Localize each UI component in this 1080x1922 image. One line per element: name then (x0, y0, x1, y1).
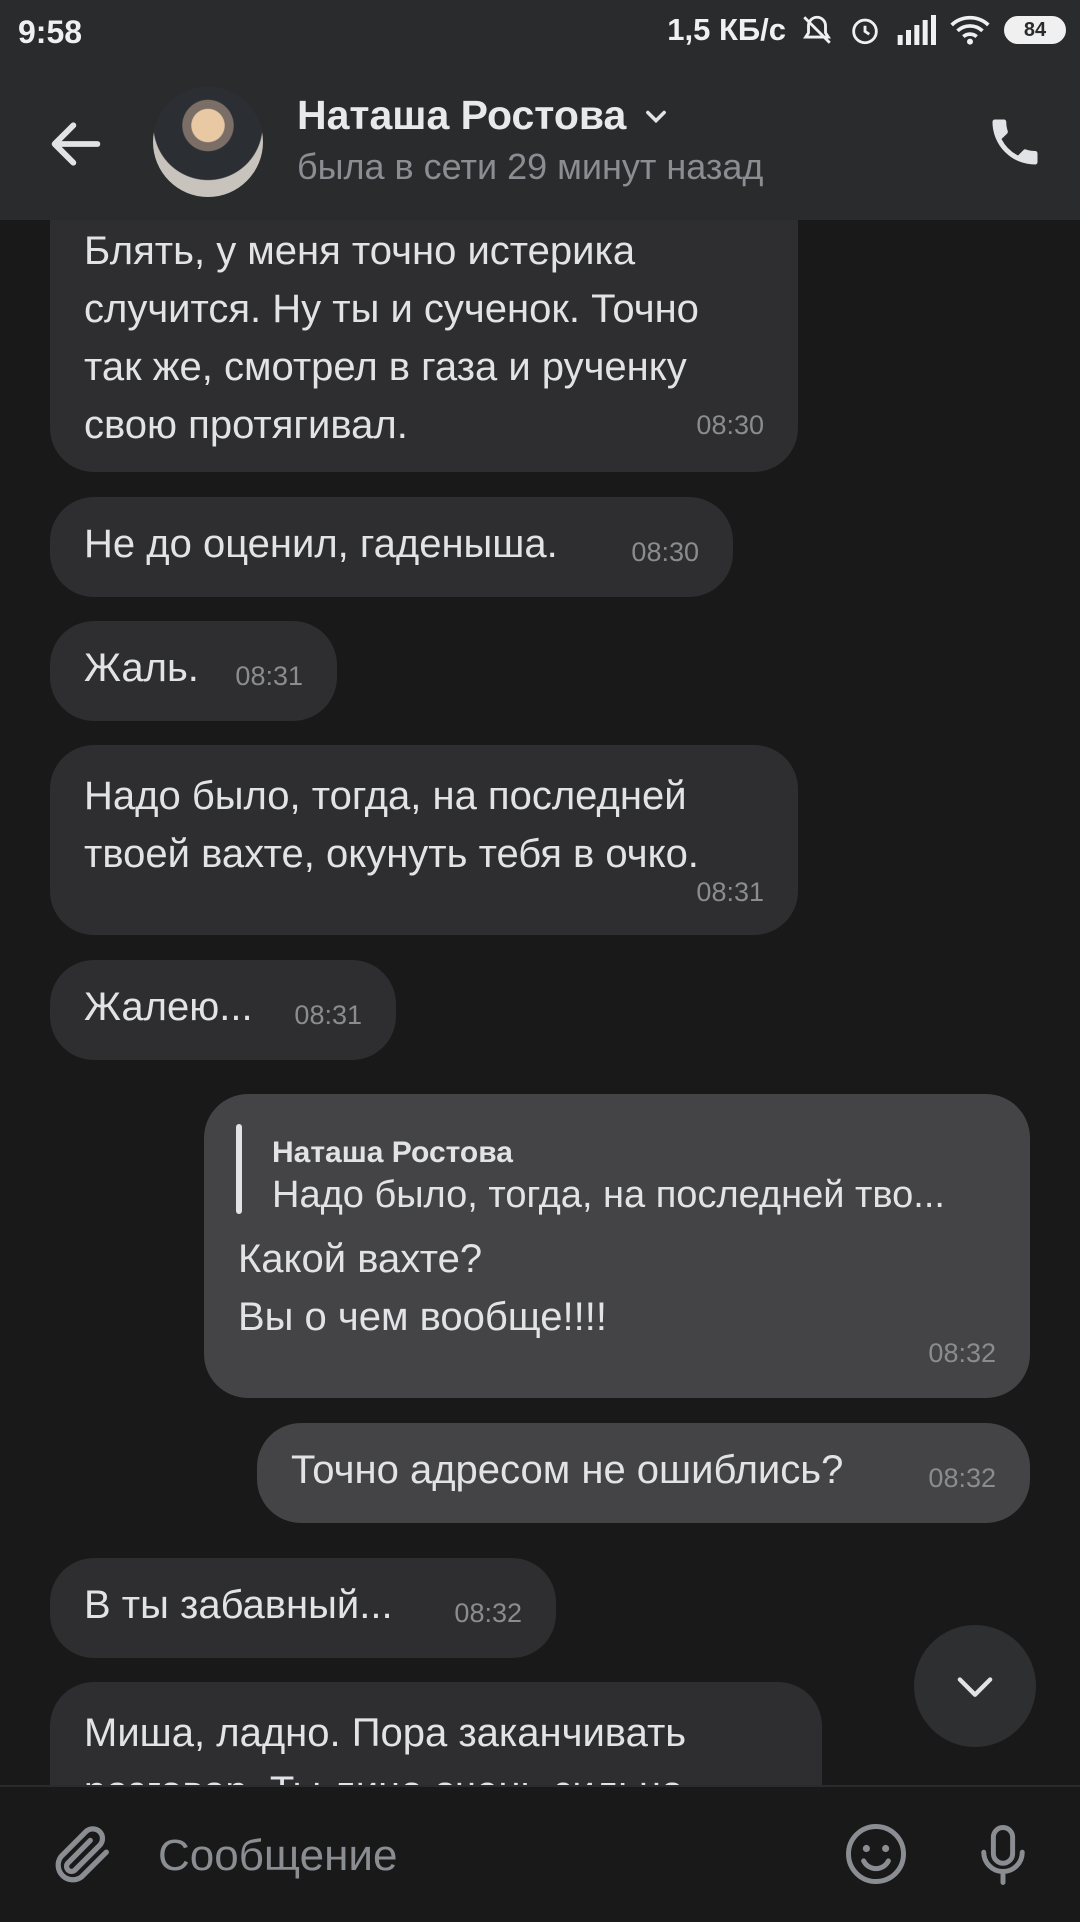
chevron-down-icon (646, 110, 667, 123)
back-arrow-icon[interactable] (44, 112, 108, 176)
message-bubble-incoming[interactable]: Миша, ладно. Пора заканчивать разговор. … (50, 1682, 822, 1785)
microphone-icon[interactable] (970, 1817, 1036, 1893)
emoji-icon[interactable] (843, 1821, 909, 1887)
reply-text: Надо было, тогда, на последней тво... (272, 1174, 945, 1216)
chat-header: 9:58 1,5 КБ/с 84 Наташа Ростова была в с… (0, 0, 1080, 220)
message-input[interactable]: Сообщение (158, 1831, 397, 1881)
message-text: Какой вахте? Вы о чем вообще!!!! (238, 1237, 607, 1339)
battery-level: 84 (1023, 18, 1047, 41)
wifi-icon (950, 15, 990, 45)
status-time: 9:58 (18, 14, 83, 50)
message-time: 08:30 (696, 410, 764, 440)
message-bubble-incoming[interactable]: Надо было, тогда, на последней твоей вах… (50, 745, 798, 935)
avatar[interactable] (153, 87, 263, 197)
message-bubble-incoming[interactable]: Блять, у меня точно истерика случится. Н… (50, 200, 798, 472)
contact-name[interactable]: Наташа Ростова (297, 92, 670, 139)
paperclip-icon[interactable] (48, 1817, 118, 1893)
message-composer: Сообщение (0, 1785, 1080, 1922)
message-time: 08:31 (696, 877, 764, 907)
message-time: 08:31 (294, 1000, 362, 1030)
contact-name-text: Наташа Ростова (297, 92, 627, 138)
message-time: 08:32 (928, 1463, 996, 1493)
message-time: 08:30 (631, 537, 699, 567)
phone-icon[interactable] (985, 112, 1045, 172)
message-text: Не до оценил, гаденыша. (84, 522, 558, 566)
message-text: Точно адресом не ошиблись? (291, 1448, 844, 1492)
chevron-down-icon (957, 1677, 993, 1697)
message-bubble-outgoing[interactable]: Точно адресом не ошиблись? 08:32 (257, 1423, 1030, 1523)
message-time: 08:32 (928, 1338, 996, 1368)
battery-indicator: 84 (1004, 16, 1066, 44)
scroll-to-bottom-button[interactable] (914, 1625, 1036, 1747)
status-bar: 9:58 1,5 КБ/с 84 (0, 0, 1080, 66)
message-bubble-incoming[interactable]: Жаль. 08:31 (50, 621, 337, 721)
alarm-icon (852, 18, 878, 45)
signal-icon (897, 15, 936, 45)
message-bubble-incoming[interactable]: Жалею... 08:31 (50, 960, 396, 1060)
message-text: Надо было, тогда, на последней твоей вах… (84, 774, 699, 876)
message-text: Блять, у меня точно истерика случится. Н… (84, 229, 699, 447)
message-bubble-outgoing[interactable]: Наташа Ростова Надо было, тогда, на посл… (204, 1094, 1030, 1398)
message-time: 08:31 (235, 661, 303, 691)
message-bubble-incoming[interactable]: Не до оценил, гаденыша. 08:30 (50, 497, 733, 597)
message-time: 08:32 (454, 1598, 522, 1628)
message-text: Миша, ладно. Пора заканчивать разговор. … (84, 1711, 687, 1785)
last-seen-status: была в сети 29 минут назад (297, 146, 764, 187)
bell-off-icon (803, 15, 831, 44)
message-bubble-incoming[interactable]: В ты забавный... 08:32 (50, 1558, 556, 1658)
reply-quote-bar (236, 1124, 242, 1214)
message-list[interactable]: Блять, у меня точно истерика случится. Н… (0, 0, 1080, 1785)
network-rate: 1,5 КБ/с (667, 12, 786, 47)
